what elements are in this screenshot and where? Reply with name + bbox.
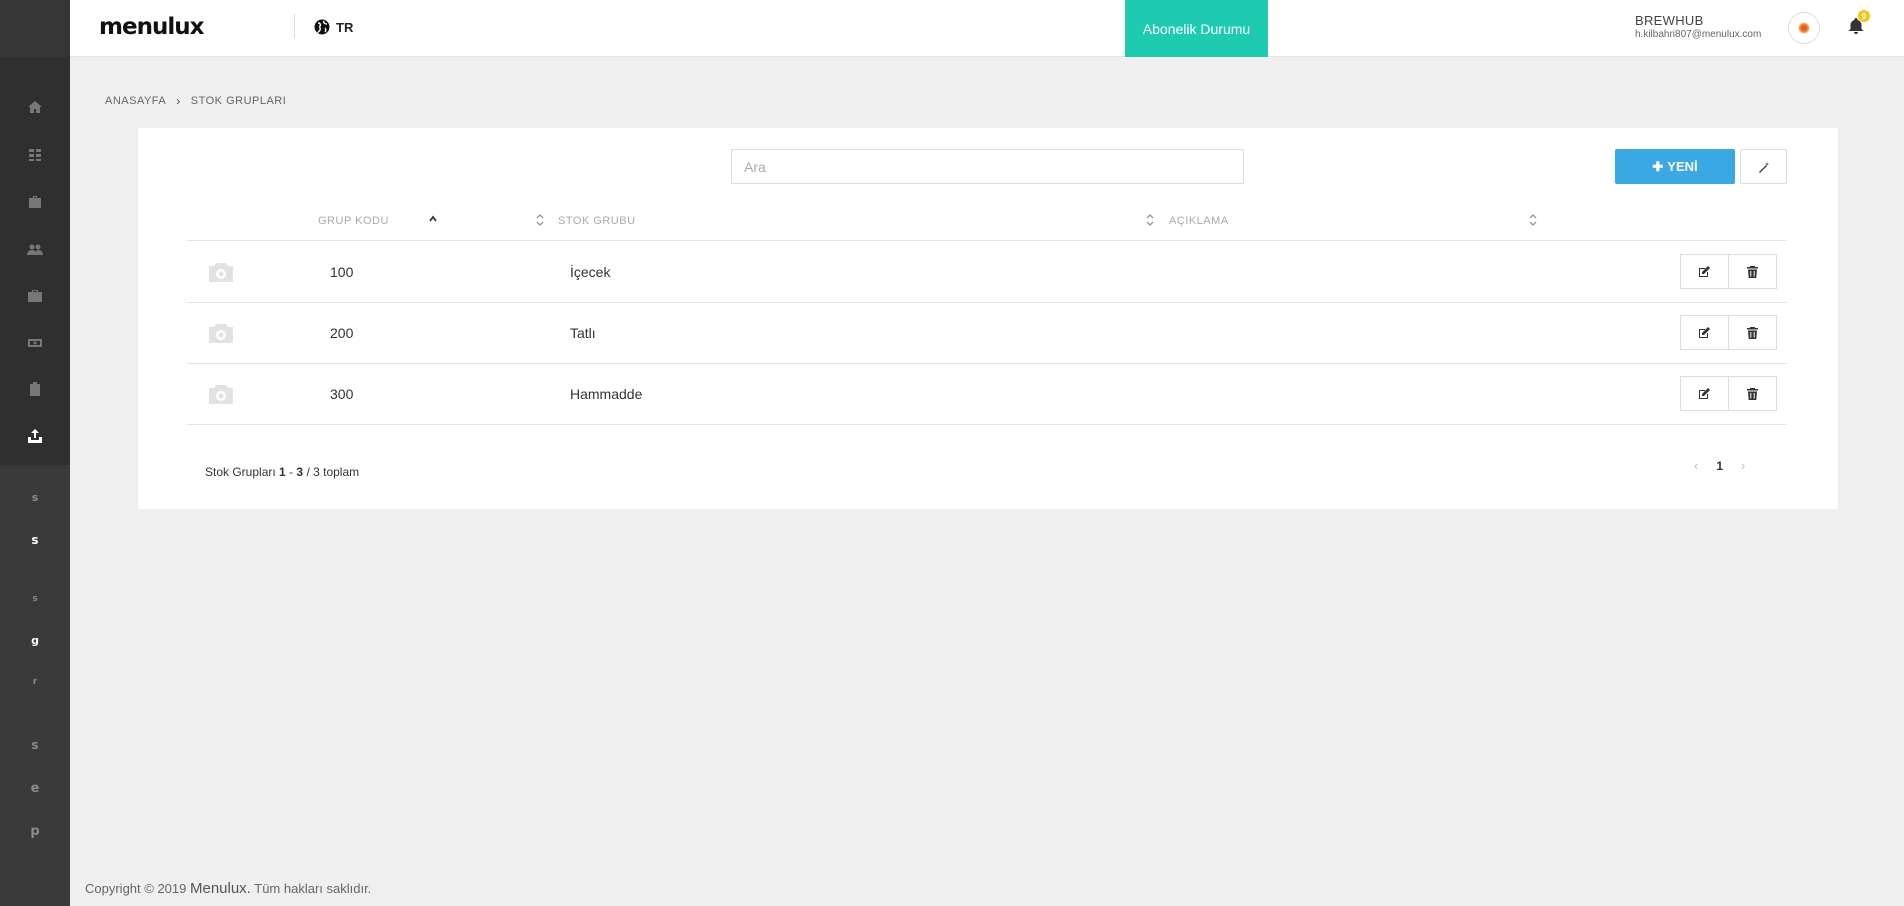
edit-icon [1699, 327, 1710, 338]
camera-icon [207, 321, 235, 345]
logo[interactable]: menulux [99, 14, 204, 40]
clipboard-icon[interactable] [24, 378, 46, 400]
stock-group-name: İçecek [570, 264, 611, 280]
table-row: 100 İçecek [187, 242, 1787, 303]
sidebar-letter[interactable]: g [0, 634, 70, 647]
footer: Copyright © 2019 Menulux. Tüm hakları sa… [85, 880, 371, 897]
breadcrumb-current: STOK GRUPLARI [190, 95, 287, 107]
briefcase-icon[interactable] [24, 191, 46, 213]
user-name: BREWHUB [1635, 13, 1704, 28]
footer-suffix: Tüm hakları saklıdır. [254, 881, 372, 896]
new-button[interactable]: ✚ YENİ [1615, 149, 1735, 184]
trash-icon [1747, 266, 1758, 278]
notifications-button[interactable]: 0 [1846, 10, 1870, 38]
user-info[interactable]: BREWHUB h.kilbahri807@menulux.com [1635, 13, 1761, 40]
group-code: 300 [330, 386, 354, 402]
column-header-stock-group[interactable]: STOK GRUBU [558, 215, 636, 227]
sort-asc-icon[interactable] [428, 211, 438, 222]
users-icon[interactable] [24, 239, 46, 261]
money-icon[interactable] [24, 332, 46, 354]
edit-button[interactable] [1680, 254, 1729, 289]
grid-icon[interactable] [24, 144, 46, 166]
trash-icon [1747, 327, 1758, 339]
delete-button[interactable] [1728, 315, 1777, 350]
sidebar-letter[interactable]: p [0, 824, 70, 839]
page-number[interactable]: 1 [1716, 459, 1723, 473]
home-icon[interactable] [24, 96, 46, 118]
table-row: 300 Hammadde [187, 364, 1787, 425]
magic-wand-icon [1758, 161, 1769, 173]
stock-groups-card: ✚ YENİ GRUP KODU STOK GRUBU AÇIKLAMA 100… [138, 128, 1838, 509]
delete-button[interactable] [1728, 254, 1777, 289]
notification-badge: 0 [1858, 10, 1870, 22]
group-code: 200 [330, 325, 354, 341]
sidebar-letter[interactable]: r [0, 677, 70, 687]
language-selector[interactable]: TR [314, 19, 353, 35]
sidebar: s s s g r s e p [0, 0, 70, 906]
sort-icon[interactable] [1145, 213, 1155, 227]
table-header: GRUP KODU STOK GRUBU AÇIKLAMA [187, 203, 1787, 241]
pagination: ‹ 1 › [1694, 458, 1745, 473]
new-button-label: YENİ [1667, 159, 1698, 174]
edit-button[interactable] [1680, 315, 1729, 350]
edit-icon [1699, 388, 1710, 399]
camera-icon [207, 260, 235, 284]
column-header-description[interactable]: AÇIKLAMA [1169, 215, 1229, 227]
search-input[interactable] [731, 149, 1244, 184]
sort-icon[interactable] [535, 213, 545, 227]
avatar[interactable] [1788, 12, 1820, 44]
sort-icon[interactable] [1528, 213, 1538, 227]
footer-prefix: Copyright © 2019 [85, 881, 187, 896]
edit-button[interactable] [1680, 376, 1729, 411]
table-row: 200 Tatlı [187, 303, 1787, 364]
sidebar-letter[interactable]: s [0, 738, 70, 752]
footer-brand: Menulux. [189, 880, 251, 897]
language-label: TR [336, 19, 354, 35]
chevron-right-icon: › [176, 94, 181, 108]
stock-group-name: Tatlı [570, 325, 596, 341]
edit-icon [1699, 266, 1710, 277]
summary-from: 1 [279, 465, 286, 479]
chevron-left-icon[interactable]: ‹ [1694, 458, 1698, 473]
plus-icon: ✚ [1652, 158, 1664, 174]
breadcrumb: ANASAYFA › STOK GRUPLARI [105, 94, 286, 108]
sidebar-letter[interactable]: s [0, 594, 70, 604]
sidebar-nav [0, 57, 70, 465]
globe-icon [314, 19, 330, 35]
breadcrumb-home[interactable]: ANASAYFA [105, 95, 166, 107]
summary-to: 3 [296, 465, 304, 479]
camera-icon [207, 382, 235, 406]
avatar-image [1798, 22, 1810, 34]
column-header-group-code[interactable]: GRUP KODU [318, 215, 389, 227]
group-code: 100 [330, 264, 354, 280]
top-header: menulux TR Abonelik Durumu BREWHUB h.kil… [70, 0, 1904, 57]
stock-group-name: Hammadde [570, 386, 643, 402]
chevron-right-icon[interactable]: › [1741, 458, 1745, 473]
suitcase-icon[interactable] [24, 285, 46, 307]
user-email: h.kilbahri807@menulux.com [1635, 29, 1762, 40]
sidebar-letter[interactable]: s [0, 533, 70, 547]
sidebar-top [0, 0, 70, 57]
delete-button[interactable] [1728, 376, 1777, 411]
header-divider [294, 14, 295, 39]
magic-wand-button[interactable] [1740, 149, 1787, 184]
summary-total: / 3 toplam [306, 465, 360, 479]
records-summary: Stok Grupları 1 - 3 / 3 toplam [205, 465, 360, 479]
trash-icon [1747, 388, 1758, 400]
subscription-status-button[interactable]: Abonelik Durumu [1125, 0, 1268, 57]
summary-label: Stok Grupları [205, 465, 276, 479]
sidebar-letter[interactable]: s [0, 491, 70, 504]
upload-icon[interactable] [24, 425, 46, 447]
sidebar-letter[interactable]: e [0, 781, 70, 796]
